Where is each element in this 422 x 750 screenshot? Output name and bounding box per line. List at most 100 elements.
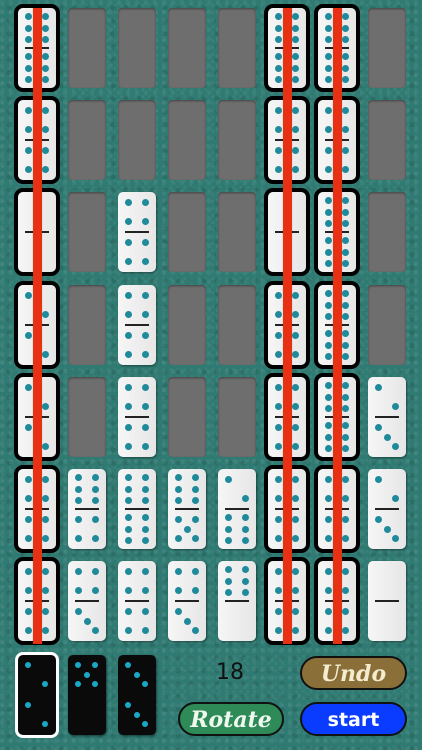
pip bbox=[142, 568, 149, 575]
pip bbox=[292, 568, 299, 575]
pip bbox=[392, 403, 399, 410]
empty-slot[interactable] bbox=[168, 8, 206, 88]
pip bbox=[75, 587, 82, 594]
empty-slot[interactable] bbox=[218, 192, 256, 272]
rotate-button[interactable]: Rotate bbox=[178, 702, 284, 736]
pip bbox=[42, 311, 49, 318]
empty-slot[interactable] bbox=[218, 100, 256, 180]
pip bbox=[342, 107, 349, 114]
domino-tile[interactable] bbox=[368, 469, 406, 549]
domino-tile[interactable] bbox=[118, 469, 156, 549]
domino-tile[interactable] bbox=[368, 561, 406, 641]
pip bbox=[83, 671, 90, 678]
pip bbox=[125, 497, 132, 504]
empty-slot[interactable] bbox=[218, 377, 256, 457]
pip bbox=[325, 13, 332, 20]
pip bbox=[292, 443, 299, 450]
pip bbox=[292, 384, 299, 391]
pip bbox=[142, 332, 149, 339]
domino-divider bbox=[75, 600, 99, 602]
pip bbox=[125, 702, 131, 708]
pip bbox=[275, 627, 282, 634]
pip bbox=[375, 476, 382, 483]
column-strike-line bbox=[32, 8, 42, 644]
pip bbox=[142, 403, 149, 410]
start-button[interactable]: start bbox=[300, 702, 407, 736]
pip bbox=[133, 671, 140, 678]
domino-tile[interactable] bbox=[118, 377, 156, 457]
empty-slot[interactable] bbox=[368, 100, 406, 180]
empty-slot[interactable] bbox=[368, 192, 406, 272]
pip bbox=[342, 608, 349, 615]
pip bbox=[175, 568, 182, 575]
empty-slot[interactable] bbox=[68, 377, 106, 457]
pip bbox=[342, 64, 349, 72]
undo-button[interactable]: Undo bbox=[300, 656, 407, 690]
pip bbox=[25, 384, 32, 391]
pip bbox=[125, 608, 132, 615]
pip bbox=[342, 433, 349, 441]
domino-tile[interactable] bbox=[368, 377, 406, 457]
pip bbox=[275, 311, 282, 318]
pip bbox=[25, 76, 32, 83]
pip bbox=[242, 577, 249, 585]
pip bbox=[292, 516, 299, 523]
pip bbox=[392, 495, 399, 502]
pip bbox=[142, 351, 149, 358]
domino-tile[interactable] bbox=[168, 469, 206, 549]
pip bbox=[92, 516, 99, 523]
empty-slot[interactable] bbox=[118, 8, 156, 88]
empty-slot[interactable] bbox=[168, 285, 206, 365]
pip bbox=[92, 681, 98, 687]
empty-slot[interactable] bbox=[68, 100, 106, 180]
domino-tile[interactable] bbox=[68, 561, 106, 641]
hand-domino[interactable] bbox=[18, 655, 56, 735]
pip bbox=[175, 535, 182, 542]
pip bbox=[342, 76, 349, 83]
pip bbox=[242, 495, 249, 502]
pip bbox=[342, 208, 349, 216]
pip bbox=[192, 516, 199, 523]
empty-slot[interactable] bbox=[68, 285, 106, 365]
pip bbox=[142, 384, 149, 391]
domino-tile[interactable] bbox=[168, 561, 206, 641]
pip bbox=[125, 332, 132, 339]
domino-tile[interactable] bbox=[218, 561, 256, 641]
pip bbox=[125, 424, 132, 431]
pip bbox=[292, 424, 299, 431]
pip bbox=[25, 535, 32, 542]
empty-slot[interactable] bbox=[168, 100, 206, 180]
domino-divider bbox=[375, 508, 399, 510]
empty-slot[interactable] bbox=[368, 8, 406, 88]
pip bbox=[275, 587, 282, 594]
pip bbox=[242, 589, 249, 596]
empty-slot[interactable] bbox=[218, 8, 256, 88]
empty-slot[interactable] bbox=[368, 285, 406, 365]
pip bbox=[342, 197, 349, 204]
pip bbox=[275, 292, 282, 299]
domino-tile[interactable] bbox=[68, 469, 106, 549]
pip bbox=[325, 64, 332, 72]
empty-slot[interactable] bbox=[168, 377, 206, 457]
hand-domino[interactable] bbox=[118, 655, 156, 735]
pip bbox=[125, 292, 132, 299]
pip bbox=[292, 24, 299, 32]
pip bbox=[325, 393, 332, 401]
domino-tile[interactable] bbox=[118, 285, 156, 365]
domino-tile[interactable] bbox=[218, 469, 256, 549]
empty-slot[interactable] bbox=[118, 100, 156, 180]
pip bbox=[225, 589, 232, 596]
pip bbox=[325, 313, 332, 320]
pip bbox=[292, 53, 299, 60]
hand-domino[interactable] bbox=[68, 655, 106, 735]
pip bbox=[142, 485, 149, 493]
empty-slot[interactable] bbox=[68, 192, 106, 272]
empty-slot[interactable] bbox=[68, 8, 106, 88]
empty-slot[interactable] bbox=[218, 285, 256, 365]
pip bbox=[75, 485, 82, 493]
empty-slot[interactable] bbox=[168, 192, 206, 272]
domino-tile[interactable] bbox=[118, 192, 156, 272]
domino-tile[interactable] bbox=[118, 561, 156, 641]
pip bbox=[125, 662, 131, 668]
pip bbox=[25, 476, 32, 483]
